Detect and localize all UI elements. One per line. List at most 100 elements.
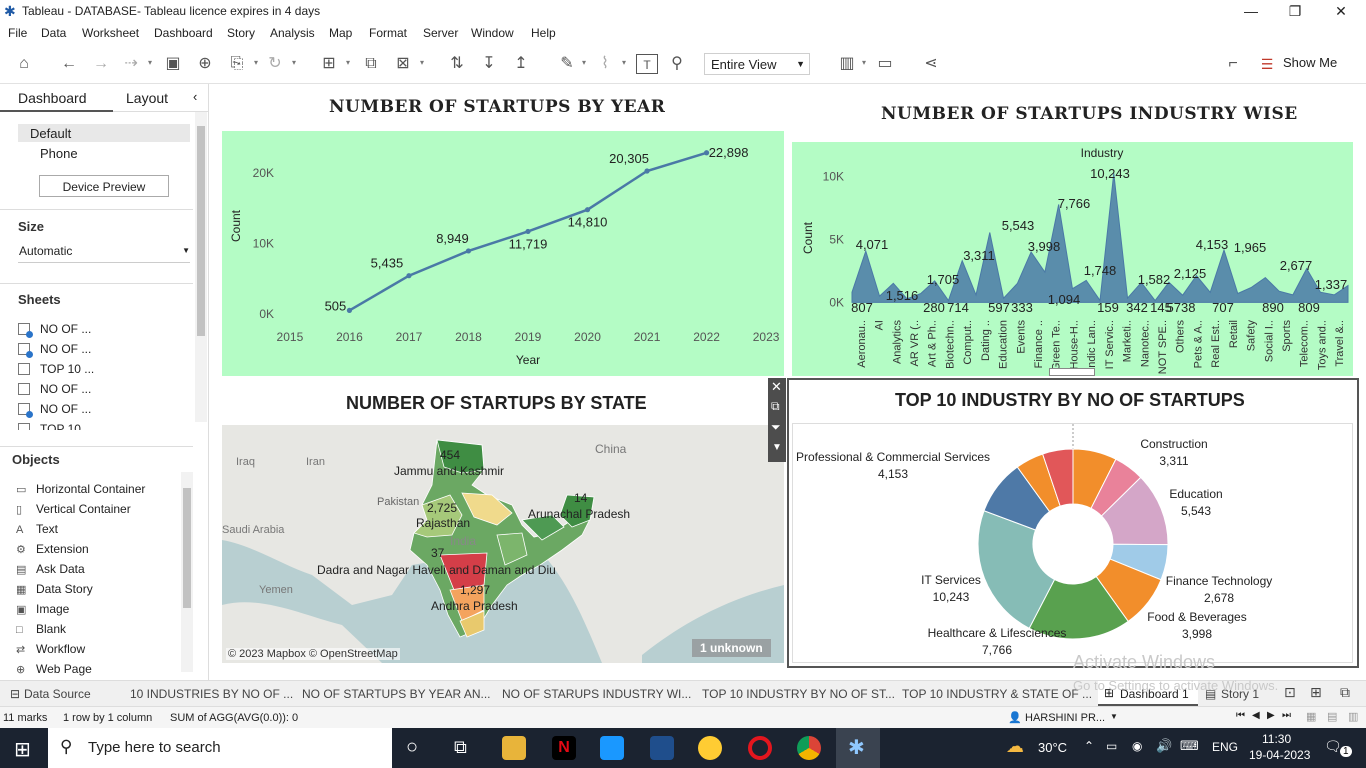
weather-temp[interactable]: 30°C	[1038, 740, 1067, 755]
chevron-down-icon[interactable]: ▾	[292, 58, 296, 67]
menu-dashboard[interactable]: Dashboard	[154, 26, 213, 40]
home-icon[interactable]: ⌂	[13, 54, 35, 74]
sheet-item[interactable]: TOP 10 ...	[18, 362, 94, 376]
show-cards-icon[interactable]: ▥	[836, 54, 858, 74]
objects-scrollbar[interactable]	[181, 472, 193, 672]
netflix-icon[interactable]: N	[552, 736, 576, 760]
volume-icon[interactable]: 🔊	[1156, 738, 1172, 754]
chevron-down-icon[interactable]: ▾	[420, 58, 424, 67]
pin-icon[interactable]: ⚲	[666, 54, 688, 74]
tab-data-source[interactable]: Data Source	[24, 687, 91, 701]
opera-icon[interactable]	[748, 736, 772, 760]
tab-sheet[interactable]: NO OF STARTUPS BY YEAR AN...	[302, 687, 491, 701]
sheet-item[interactable]: NO OF ...	[18, 322, 91, 338]
sort-ascending-icon[interactable]: ↧	[478, 54, 500, 74]
unknown-badge[interactable]: 1 unknown	[692, 639, 771, 657]
tab-layout[interactable]: Layout ‹	[113, 84, 209, 112]
pause-updates-icon[interactable]: ⎘	[226, 54, 248, 74]
refresh-icon[interactable]: ↻	[264, 54, 286, 74]
language-indicator[interactable]: ENG	[1212, 740, 1238, 754]
clear-sheet-icon[interactable]: ⊠	[392, 54, 414, 74]
minimize-button[interactable]: —	[1228, 0, 1274, 22]
sheet-item[interactable]: TOP 10 ...	[18, 422, 94, 430]
format-painter-icon[interactable]: ⌐	[1222, 54, 1244, 74]
filmstrip-view-icon[interactable]: ▥	[1348, 710, 1358, 723]
group-icon[interactable]: ⌇	[594, 54, 616, 74]
collapse-icon[interactable]: ‹	[193, 89, 197, 104]
tab-dashboard[interactable]: Dashboard	[0, 84, 113, 112]
top10-chart[interactable]: Construction 3,311 Education 5,543 Finance T…	[792, 423, 1353, 663]
first-page-icon[interactable]: ⏮	[1236, 710, 1245, 721]
chevron-down-icon[interactable]: ▾	[622, 58, 626, 67]
object-text[interactable]: A Text	[16, 522, 58, 536]
object-ask-data[interactable]: ▤ Ask Data	[16, 562, 85, 576]
sheet-item[interactable]: NO OF ...	[18, 382, 91, 396]
chrome-icon[interactable]	[797, 736, 821, 760]
menu-data[interactable]: Data	[41, 26, 66, 40]
labels-icon[interactable]: T	[636, 54, 658, 74]
menu-server[interactable]: Server	[423, 26, 458, 40]
new-worksheet-icon[interactable]: ⊞	[318, 54, 340, 74]
menu-file[interactable]: File	[8, 26, 27, 40]
sheets-scrollbar[interactable]	[195, 112, 207, 422]
filter-icon[interactable]: ⏷	[771, 420, 781, 435]
battery-icon[interactable]: ▭	[1106, 739, 1117, 753]
network-icon[interactable]: ◉	[1132, 739, 1142, 753]
object-workflow[interactable]: ⇄ Workflow	[16, 642, 85, 656]
file-explorer-icon[interactable]	[502, 736, 526, 760]
new-dashboard-tab-icon[interactable]: ⊞	[1310, 684, 1322, 701]
resize-handle[interactable]	[1049, 368, 1095, 376]
tab-sheet[interactable]: TOP 10 INDUSTRY & STATE OF ...	[902, 687, 1092, 701]
replay-icon[interactable]: ⇢	[120, 54, 142, 74]
menu-window[interactable]: Window	[471, 26, 514, 40]
show-me-icon[interactable]: ☰	[1256, 54, 1278, 74]
sort-descending-icon[interactable]: ↥	[510, 54, 532, 74]
new-story-tab-icon[interactable]: ⧉	[1340, 684, 1350, 701]
menu-format[interactable]: Format	[369, 26, 407, 40]
chevron-down-icon[interactable]: ▼	[1110, 712, 1118, 721]
device-phone[interactable]: Phone	[40, 146, 78, 161]
object-extension[interactable]: ⚙ Extension	[16, 542, 89, 556]
chevron-down-icon[interactable]: ▾	[346, 58, 350, 67]
device-default[interactable]: Default	[18, 124, 190, 142]
keyboard-icon[interactable]: ⌨	[1180, 738, 1199, 754]
menu-story[interactable]: Story	[227, 26, 255, 40]
presentation-icon[interactable]: ▭	[874, 54, 896, 74]
more-options-icon[interactable]: ▼	[772, 442, 782, 453]
redo-icon[interactable]: →	[90, 54, 112, 74]
menu-help[interactable]: Help	[531, 26, 556, 40]
last-page-icon[interactable]: ⏭	[1282, 710, 1291, 721]
dolby-icon[interactable]	[650, 736, 674, 760]
chevron-down-icon[interactable]: ▾	[862, 58, 866, 67]
object-blank[interactable]: □ Blank	[16, 622, 66, 636]
state-map[interactable]: Iraq Iran China Pakistan Saudi Arabia In…	[222, 425, 784, 663]
grid-view-icon[interactable]: ▦	[1306, 710, 1316, 723]
object-image[interactable]: ▣ Image	[16, 602, 69, 616]
swap-icon[interactable]: ⇅	[446, 54, 468, 74]
restore-button[interactable]: ❐	[1272, 0, 1318, 22]
remove-zone-icon[interactable]: ✕	[771, 379, 782, 395]
year-chart[interactable]: 0K 10K 20K 2015 2016 2017 2018 2019 2020 2021 2022…	[222, 131, 784, 376]
save-icon[interactable]: ▣	[162, 54, 184, 74]
object-web-page[interactable]: ⊕ Web Page	[16, 662, 92, 676]
new-worksheet-tab-icon[interactable]: ⊡	[1284, 684, 1296, 701]
highlight-icon[interactable]: ✎	[556, 54, 578, 74]
prev-page-icon[interactable]: ◀	[1252, 710, 1260, 721]
list-view-icon[interactable]: ▤	[1327, 710, 1337, 723]
share-icon[interactable]: ⋖	[920, 54, 942, 74]
taskbar-search[interactable]: ⚲ Type here to search	[48, 728, 392, 768]
tab-sheet[interactable]: 10 INDUSTRIES BY NO OF ...	[130, 687, 293, 701]
industry-chart[interactable]: Industry 0K 5K 10K Count Aeronau.. AI Analytics…	[792, 142, 1353, 376]
sheet-item[interactable]: NO OF ...	[18, 342, 91, 358]
next-page-icon[interactable]: ▶	[1267, 710, 1275, 721]
sheet-item[interactable]: NO OF ...	[18, 402, 91, 418]
avast-icon[interactable]	[698, 736, 722, 760]
chevron-down-icon[interactable]: ▾	[148, 58, 152, 67]
map-attribution[interactable]: © 2023 Mapbox © OpenStreetMap	[226, 648, 400, 660]
chevron-down-icon[interactable]: ▾	[254, 58, 258, 67]
windows-start-icon[interactable]: ⊞	[14, 737, 31, 762]
size-select[interactable]: Automatic ▼	[18, 243, 190, 263]
duplicate-icon[interactable]: ⧉	[360, 54, 382, 74]
go-to-sheet-icon[interactable]: ⧉	[771, 399, 780, 414]
object-horizontal-container[interactable]: ▭ Horizontal Container	[16, 482, 145, 496]
